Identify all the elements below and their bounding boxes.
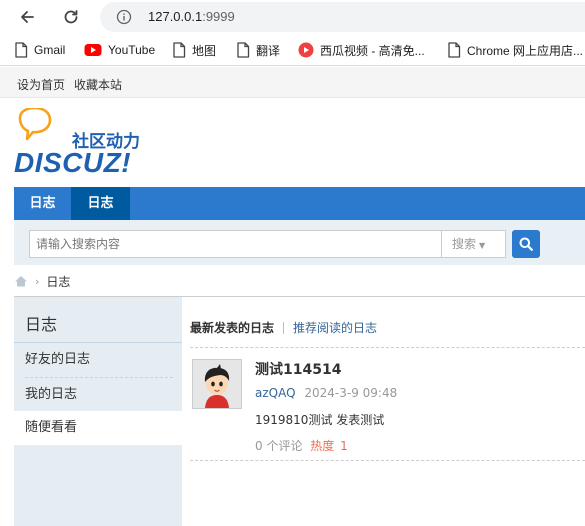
divider xyxy=(190,347,585,348)
file-icon xyxy=(15,42,28,58)
info-icon[interactable] xyxy=(116,9,132,25)
blog-tabs: 最新发表的日志 推荐阅读的日志 xyxy=(190,319,377,336)
sidebar: 日志 好友的日志 我的日志 随便看看 xyxy=(14,297,182,526)
search-icon xyxy=(519,237,533,251)
back-button[interactable] xyxy=(14,4,40,30)
browser-toolbar: 127.0.0.1:9999 xyxy=(0,0,585,34)
home-icon[interactable] xyxy=(14,275,28,287)
post-author[interactable]: azQAQ xyxy=(255,386,296,400)
reload-button[interactable] xyxy=(58,4,84,30)
bookmark-label: 地图 xyxy=(192,43,217,58)
post-meta: azQAQ 2024-3-9 09:48 xyxy=(255,386,397,400)
file-icon xyxy=(448,42,461,58)
bookmark-site-link[interactable]: 收藏本站 xyxy=(74,76,122,93)
heat-value: 1 xyxy=(340,439,348,453)
bookmark-gmail[interactable]: Gmail xyxy=(14,42,65,58)
set-homepage-link[interactable]: 设为首页 xyxy=(17,76,65,93)
sidebar-item-browse[interactable]: 随便看看 xyxy=(14,411,182,445)
search-button[interactable] xyxy=(512,230,540,258)
tab-recommended-blogs[interactable]: 推荐阅读的日志 xyxy=(293,319,377,336)
bookmark-label: Gmail xyxy=(34,43,66,57)
speech-bubble-logo-icon: 社区动力 DISCUZ! xyxy=(14,106,140,178)
heat-label: 热度 xyxy=(310,439,335,453)
divider xyxy=(190,460,585,461)
logo-brand: DISCUZ! xyxy=(14,147,131,178)
main-frame: 日志 好友的日志 我的日志 随便看看 最新发表的日志 推荐阅读的日志 测试114… xyxy=(14,296,585,526)
search-type-label: 搜索 xyxy=(452,237,477,251)
post-stats: 0 个评论 热度 1 xyxy=(255,437,348,454)
breadcrumb-current[interactable]: 日志 xyxy=(46,273,70,290)
tab-latest-blogs[interactable]: 最新发表的日志 xyxy=(190,319,274,336)
bookmark-youtube[interactable]: YouTube xyxy=(84,42,155,58)
caret-down-icon: ▼ xyxy=(479,241,486,250)
url-port: :9999 xyxy=(202,9,235,24)
sidebar-item-friends-blogs[interactable]: 好友的日志 xyxy=(14,343,182,377)
bookmark-label: Chrome 网上应用店... xyxy=(467,43,584,58)
post-date: 2024-3-9 09:48 xyxy=(304,386,398,400)
bookmark-map[interactable]: 地图 xyxy=(172,42,216,58)
search-bar: 搜索▼ xyxy=(14,220,585,265)
user-avatar-icon xyxy=(193,360,241,408)
avatar[interactable] xyxy=(192,359,242,409)
nav-item-blog-active[interactable]: 日志 xyxy=(71,187,130,220)
site-topbar: 设为首页 收藏本站 xyxy=(0,67,585,98)
address-bar[interactable]: 127.0.0.1:9999 xyxy=(100,2,585,32)
bookmarks-bar: Gmail YouTube 地图 翻译 西瓜视频 - 高清免... Chrome… xyxy=(0,34,585,66)
nav-item-blog[interactable]: 日志 xyxy=(14,187,71,220)
reload-icon xyxy=(64,10,78,24)
youtube-icon xyxy=(84,44,102,56)
breadcrumb: › 日志 xyxy=(14,272,70,290)
main-nav: 日志 日志 xyxy=(14,187,585,220)
post-title[interactable]: 测试114514 xyxy=(255,359,341,379)
content-area: 最新发表的日志 推荐阅读的日志 测试114514 azQAQ 2024-3-9 … xyxy=(182,297,585,526)
url-host: 127.0.0.1 xyxy=(148,9,203,24)
sidebar-item-my-blogs[interactable]: 我的日志 xyxy=(14,378,182,412)
post-summary: 1919810测试 发表测试 xyxy=(255,413,385,427)
bookmark-label: 西瓜视频 - 高清免... xyxy=(320,43,425,58)
bookmark-xigua[interactable]: 西瓜视频 - 高清免... xyxy=(298,42,425,58)
bookmark-translate[interactable]: 翻译 xyxy=(236,42,280,58)
search-input[interactable] xyxy=(29,230,442,258)
url-text: 127.0.0.1:9999 xyxy=(148,9,235,24)
file-icon xyxy=(237,42,250,58)
bookmark-webstore[interactable]: Chrome 网上应用店... xyxy=(447,42,583,58)
chevron-right-icon: › xyxy=(35,274,40,288)
comment-count[interactable]: 0 个评论 xyxy=(255,439,302,453)
search-type-select[interactable]: 搜索 ▼ xyxy=(442,230,506,258)
bookmark-label: 翻译 xyxy=(256,43,281,58)
arrow-left-icon xyxy=(21,11,34,23)
tab-separator xyxy=(283,321,285,334)
file-icon xyxy=(173,42,186,58)
sidebar-title: 日志 xyxy=(25,315,58,334)
bookmark-label: YouTube xyxy=(108,43,156,57)
xigua-icon xyxy=(298,42,314,58)
discuz-logo[interactable]: 社区动力 DISCUZ! xyxy=(14,106,144,178)
